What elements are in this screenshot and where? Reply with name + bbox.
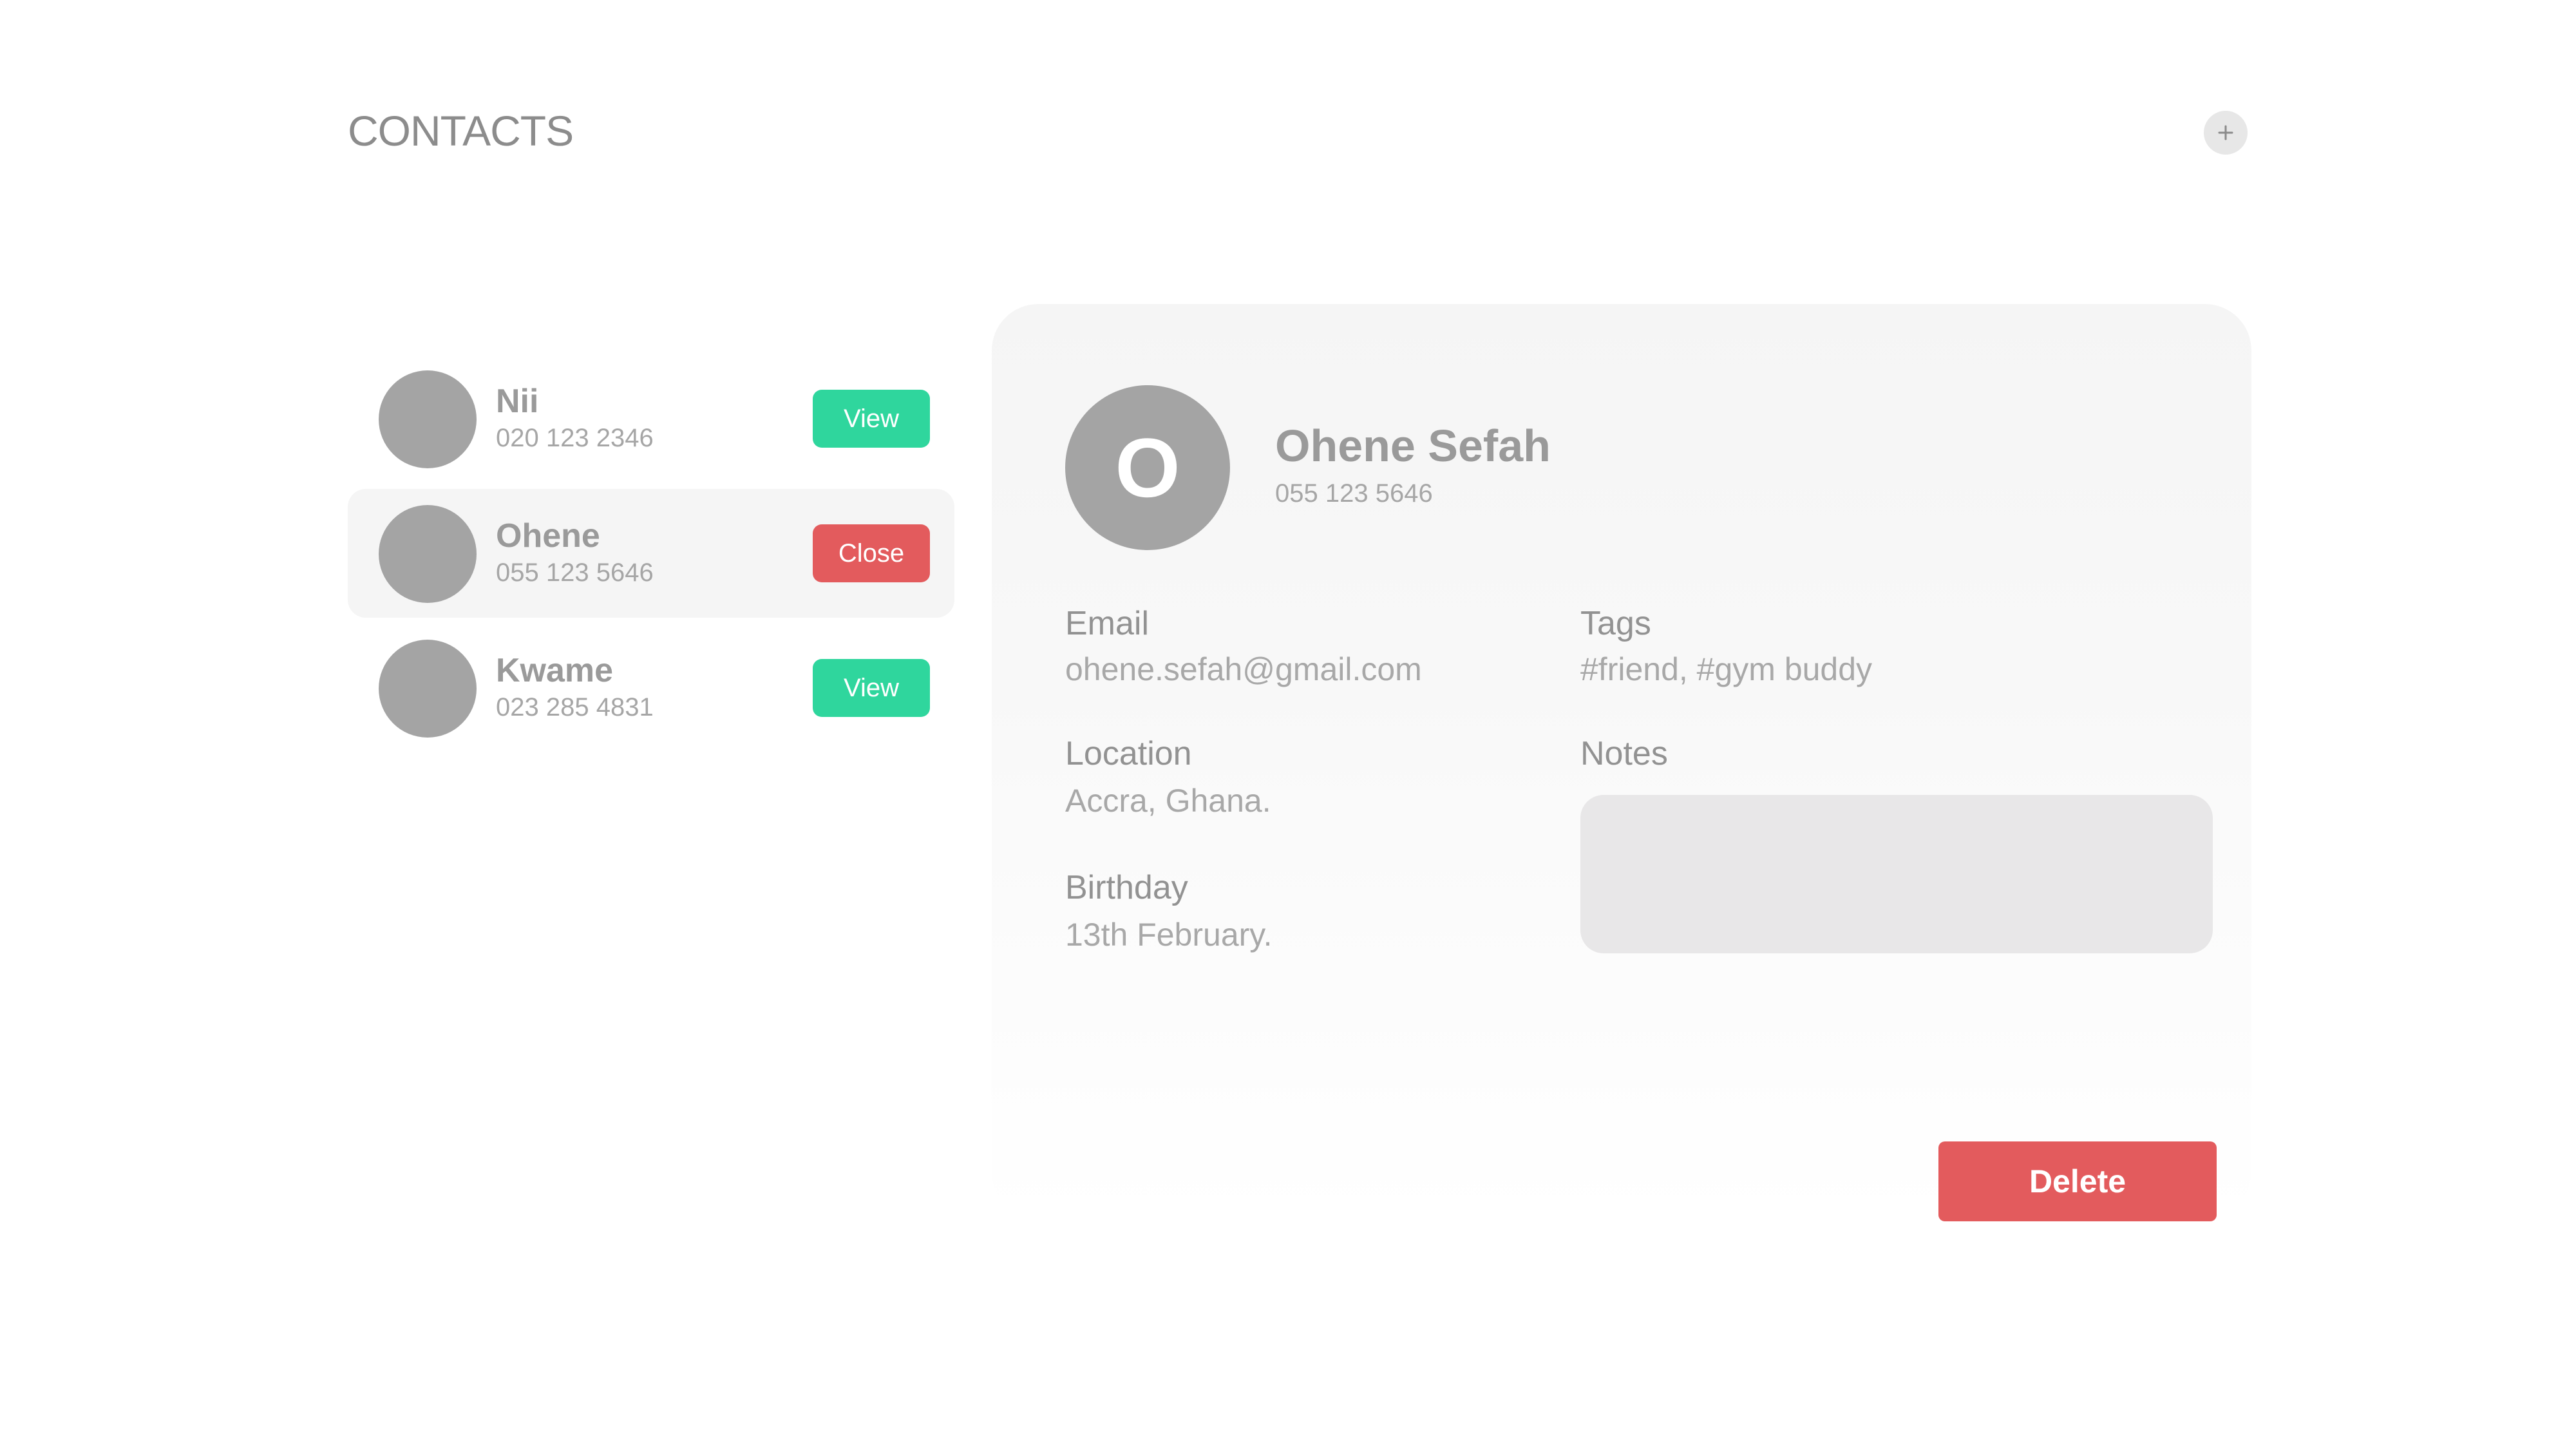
location-value: Accra, Ghana. xyxy=(1065,783,1271,819)
contact-name: Nii xyxy=(496,383,539,420)
detail-avatar: O xyxy=(1065,385,1230,550)
close-button[interactable]: Close xyxy=(813,524,930,582)
contact-detail-panel: O Ohene Sefah 055 123 5646 Email ohene.s… xyxy=(992,304,2251,1221)
contact-text: Ohene 055 123 5646 xyxy=(496,516,654,589)
contact-text: Nii 020 123 2346 xyxy=(496,381,654,455)
contacts-app: CONTACTS Nii 020 123 2346 View Ohene 055… xyxy=(0,0,2576,1450)
contact-item-ohene[interactable]: Ohene 055 123 5646 Close xyxy=(348,489,954,618)
notes-field[interactable] xyxy=(1580,795,2213,953)
plus-icon xyxy=(2218,125,2233,140)
email-label: Email xyxy=(1065,605,1150,642)
detail-full-name: Ohene Sefah xyxy=(1275,421,1551,471)
detail-phone: 055 123 5646 xyxy=(1275,479,1433,508)
delete-button[interactable]: Delete xyxy=(1938,1141,2217,1221)
contact-phone: 023 285 4831 xyxy=(496,693,654,721)
tags-value: #friend, #gym buddy xyxy=(1580,651,1873,687)
add-contact-button[interactable] xyxy=(2204,111,2248,155)
tags-label: Tags xyxy=(1580,605,1651,642)
avatar xyxy=(379,640,477,738)
view-button[interactable]: View xyxy=(813,659,930,717)
notes-label: Notes xyxy=(1580,735,1668,772)
contact-item-nii[interactable]: Nii 020 123 2346 View xyxy=(348,354,954,483)
contact-item-kwame[interactable]: Kwame 023 285 4831 View xyxy=(348,624,954,752)
page-title: CONTACTS xyxy=(348,107,574,155)
birthday-label: Birthday xyxy=(1065,869,1188,906)
contact-phone: 055 123 5646 xyxy=(496,558,654,587)
email-value: ohene.sefah@gmail.com xyxy=(1065,651,1422,687)
contact-list: Nii 020 123 2346 View Ohene 055 123 5646… xyxy=(348,354,954,758)
birthday-value: 13th February. xyxy=(1065,917,1273,953)
contact-name: Ohene xyxy=(496,517,600,555)
view-button[interactable]: View xyxy=(813,390,930,448)
location-label: Location xyxy=(1065,735,1192,772)
contact-text: Kwame 023 285 4831 xyxy=(496,651,654,724)
avatar-initial: O xyxy=(1115,421,1180,515)
avatar xyxy=(379,505,477,603)
contact-phone: 020 123 2346 xyxy=(496,424,654,452)
contact-name: Kwame xyxy=(496,652,614,689)
avatar xyxy=(379,370,477,468)
